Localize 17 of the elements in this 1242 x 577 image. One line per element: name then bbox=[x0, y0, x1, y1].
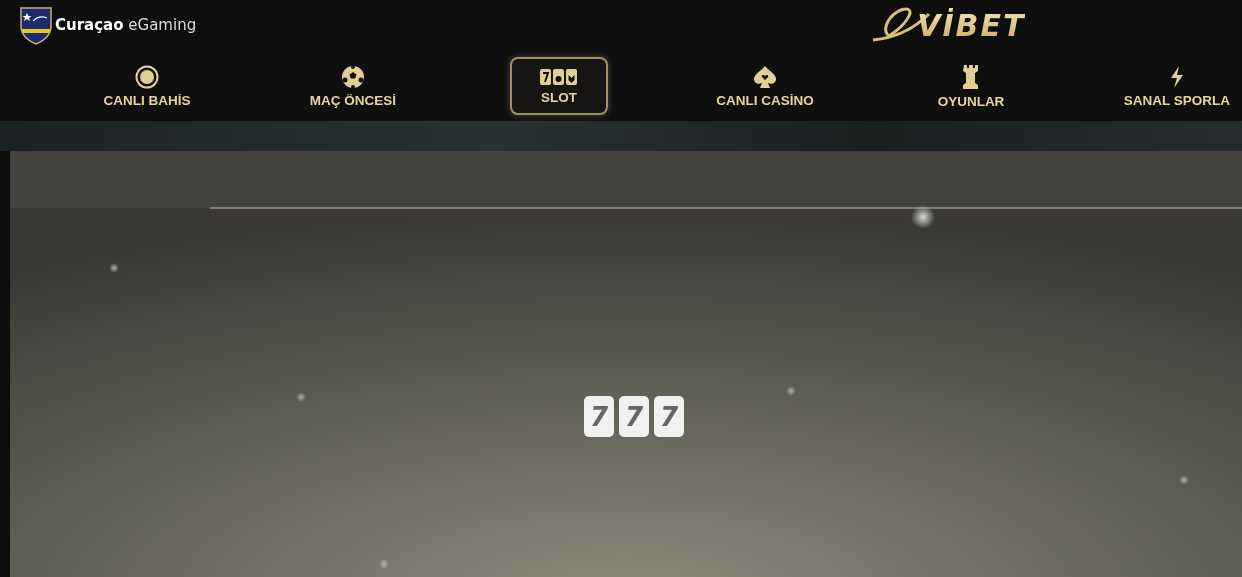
slot-reel-tile: 7 bbox=[654, 396, 684, 437]
soccer-ball-icon bbox=[341, 64, 365, 89]
slot-reel-tile: 7 bbox=[619, 396, 649, 437]
nav-tab[interactable]: MAÇ ÖNCESİ bbox=[301, 53, 405, 118]
nav-tab[interactable]: OYUNLAR bbox=[929, 52, 1013, 119]
shield-emblem-icon bbox=[19, 5, 53, 45]
lightning-bolt-icon bbox=[1169, 64, 1185, 89]
nav-tab[interactable]: CANLI BAHİS bbox=[95, 53, 199, 118]
nav-tab[interactable]: SANAL SPORLA bbox=[1115, 53, 1239, 118]
license-label: Curaçao eGaming bbox=[55, 16, 197, 34]
nav-tab[interactable]: CANLI CASİNO bbox=[708, 53, 822, 118]
spade-icon bbox=[752, 64, 778, 89]
rook-icon bbox=[962, 63, 980, 90]
live-icon bbox=[135, 64, 159, 89]
nav-tab[interactable]: SLOT bbox=[510, 56, 608, 115]
slot-reels-icon bbox=[540, 67, 578, 86]
slot-reel-tile: 7 bbox=[584, 396, 614, 437]
